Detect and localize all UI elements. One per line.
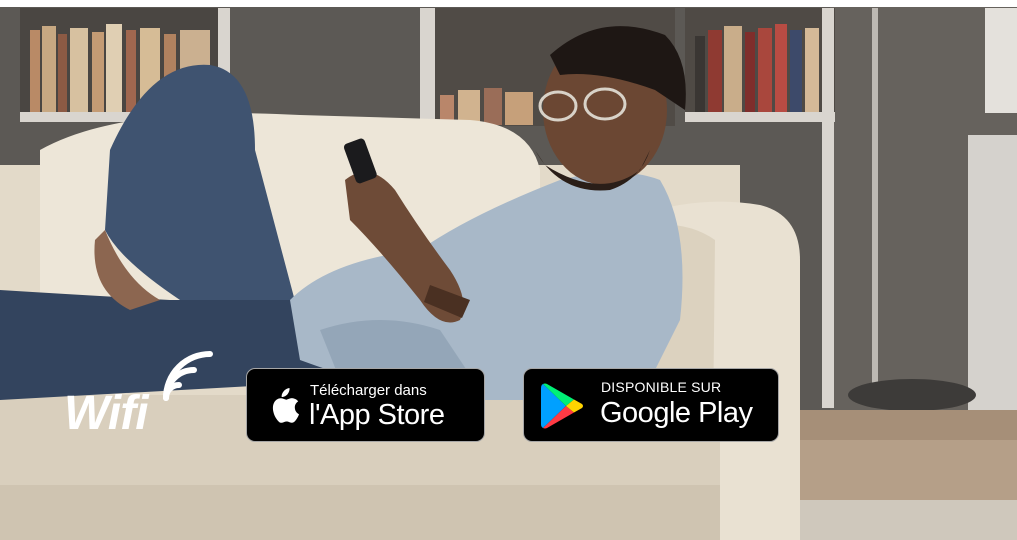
google-play-big-text: Google Play	[600, 397, 753, 429]
wifi-brand-logo: Wifi	[64, 350, 214, 445]
google-play-badge[interactable]: DISPONIBLE SUR Google Play	[523, 368, 779, 442]
app-store-badge[interactable]: Télécharger dans l'App Store	[246, 368, 485, 442]
google-play-icon	[541, 383, 583, 429]
hero-banner: Wifi Télécharger dans l'App Store DISPON…	[0, 0, 1017, 540]
app-store-small-text: Télécharger dans	[310, 382, 427, 399]
wifi-signal-icon	[163, 351, 213, 401]
wifi-logo-text: Wifi	[64, 387, 149, 440]
app-store-big-text: l'App Store	[309, 399, 445, 431]
google-play-small-text: DISPONIBLE SUR	[601, 379, 722, 395]
hero-photo	[0, 0, 1017, 540]
apple-icon	[272, 388, 299, 423]
top-border	[0, 0, 1017, 7]
